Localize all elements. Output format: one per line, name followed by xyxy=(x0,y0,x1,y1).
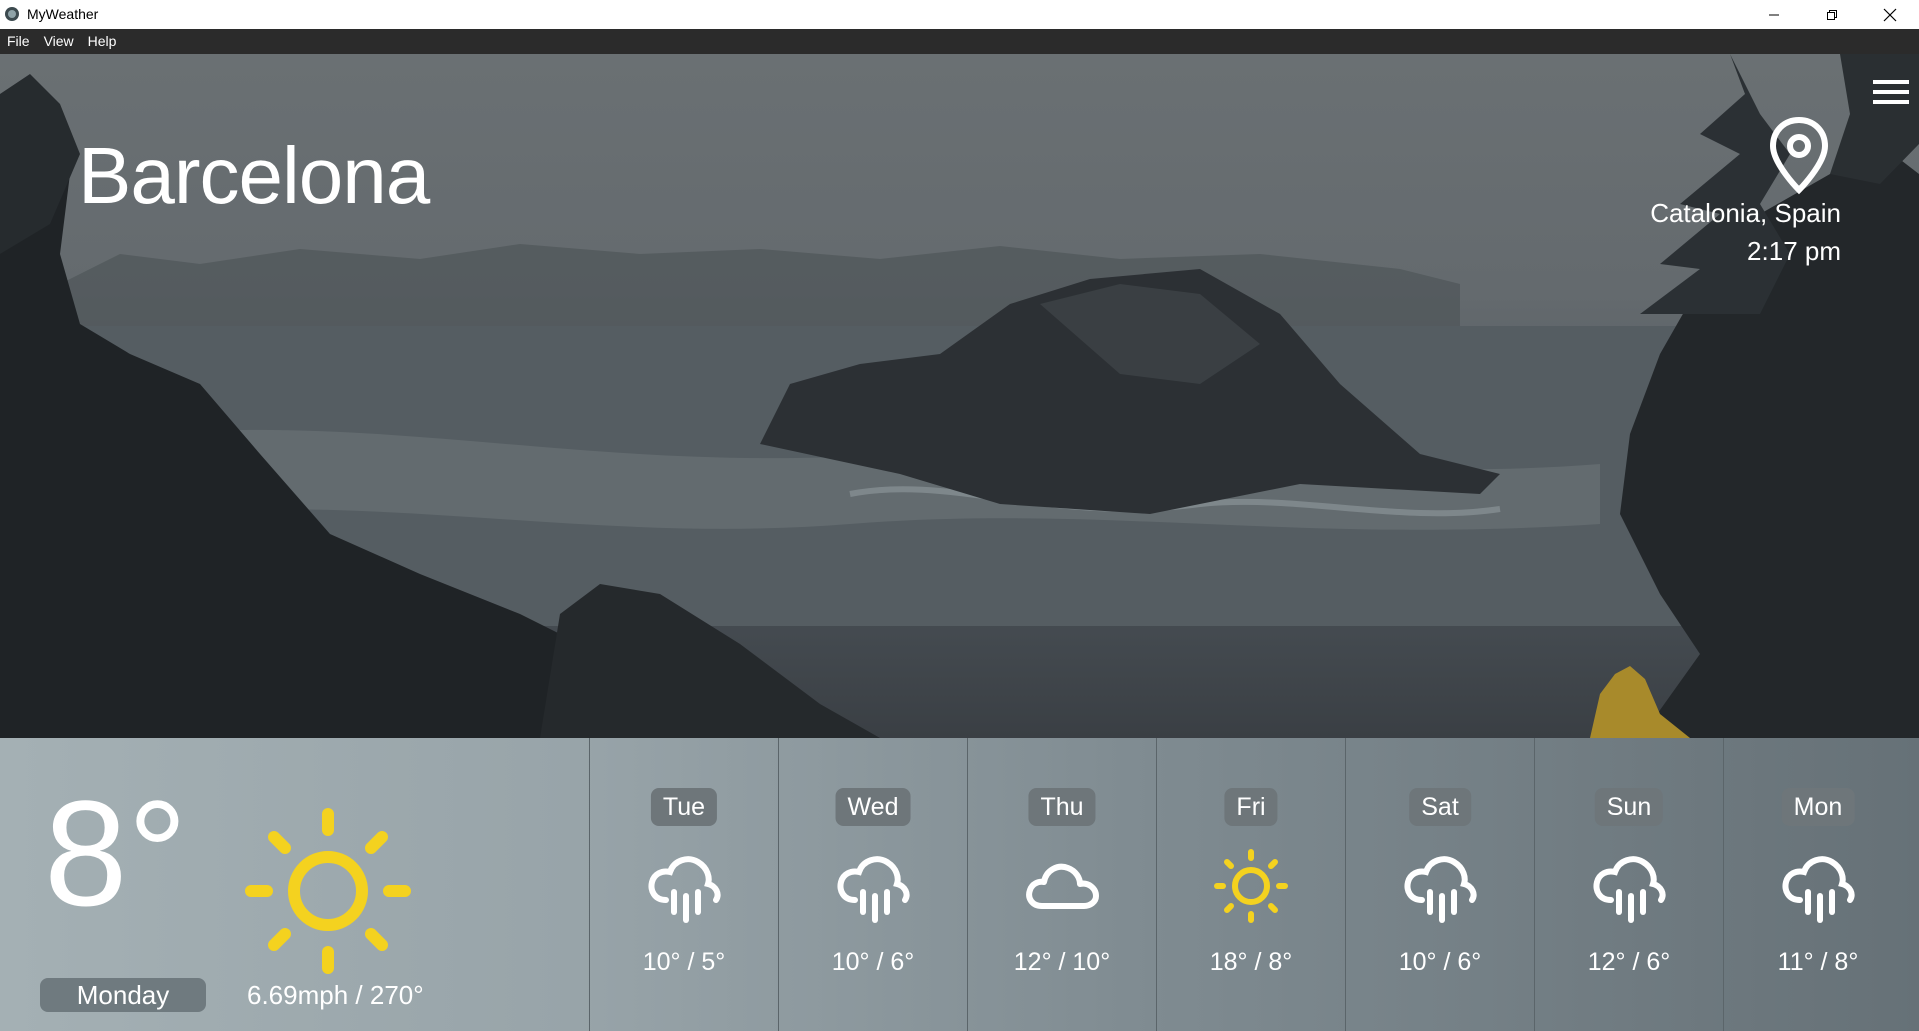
forecast-day-label: Fri xyxy=(1224,788,1278,826)
title-bar: MyWeather xyxy=(0,0,1919,29)
forecast-day[interactable]: Tue 10° / 5° xyxy=(589,738,778,1031)
forecast-day[interactable]: Sat 10° / 6° xyxy=(1345,738,1534,1031)
forecast-day-label: Wed xyxy=(835,788,911,826)
hamburger-menu-icon[interactable] xyxy=(1873,78,1909,106)
forecast-temps: 12° / 6° xyxy=(1587,948,1671,976)
current-temperature: 8° xyxy=(44,769,188,937)
minimize-button[interactable] xyxy=(1745,0,1803,29)
rain-icon xyxy=(648,856,721,923)
cloud-icon xyxy=(1026,863,1099,909)
forecast-temps: 10° / 6° xyxy=(831,948,915,976)
forecast-temps: 18° / 8° xyxy=(1209,948,1293,976)
forecast-day-label: Mon xyxy=(1781,788,1855,826)
rain-icon xyxy=(1404,856,1477,923)
menu-file[interactable]: File xyxy=(0,29,37,54)
rain-icon xyxy=(837,856,910,923)
region-label: Catalonia, Spain xyxy=(1650,198,1841,228)
wind-info: 6.69mph / 270° xyxy=(247,980,424,1010)
sun-icon xyxy=(245,808,411,974)
forecast-strip: Tue 10° / 5° Wed 10° / 6° Thu 12° / 10° … xyxy=(589,738,1912,1031)
current-day-badge: Monday xyxy=(40,978,206,1012)
window-title: MyWeather xyxy=(27,6,99,22)
minimize-icon xyxy=(1769,14,1779,15)
city-name: Barcelona xyxy=(78,131,430,220)
restore-button[interactable] xyxy=(1803,0,1861,29)
forecast-day[interactable]: Wed 10° / 6° xyxy=(778,738,967,1031)
forecast-temps: 10° / 5° xyxy=(642,948,726,976)
close-icon xyxy=(1883,8,1897,21)
forecast-day-label: Thu xyxy=(1028,788,1096,826)
forecast-day[interactable]: Mon 11° / 8° xyxy=(1723,738,1912,1031)
forecast-temps: 12° / 10° xyxy=(1013,948,1111,976)
current-weather: 8° Monday 6.69mph / 270° xyxy=(0,738,589,1031)
weather-panel: 8° Monday 6.69mph / 270° Tue 10° / 5° We… xyxy=(0,738,1919,1031)
hero-background: Barcelona Catalonia, Spain 2:17 pm xyxy=(0,54,1919,738)
forecast-temps: 10° / 6° xyxy=(1398,948,1482,976)
restore-icon xyxy=(1827,9,1837,20)
menu-bar: File View Help xyxy=(0,29,1919,54)
forecast-day[interactable]: Thu 12° / 10° xyxy=(967,738,1156,1031)
forecast-day[interactable]: Fri 18° / 8° xyxy=(1156,738,1345,1031)
forecast-day-label: Sun xyxy=(1594,788,1664,826)
app-icon xyxy=(5,7,19,21)
close-button[interactable] xyxy=(1861,0,1919,29)
sun-icon xyxy=(1214,849,1288,923)
local-time: 2:17 pm xyxy=(1747,236,1841,266)
forecast-day[interactable]: Sun 12° / 6° xyxy=(1534,738,1723,1031)
forecast-day-label: Sat xyxy=(1409,788,1471,826)
rain-icon xyxy=(1782,856,1855,923)
forecast-temps: 11° / 8° xyxy=(1777,948,1859,976)
location-pin-icon[interactable] xyxy=(1766,116,1832,196)
menu-view[interactable]: View xyxy=(37,29,81,54)
rain-icon xyxy=(1593,856,1666,923)
forecast-day-label: Tue xyxy=(650,788,718,826)
menu-help[interactable]: Help xyxy=(81,29,124,54)
